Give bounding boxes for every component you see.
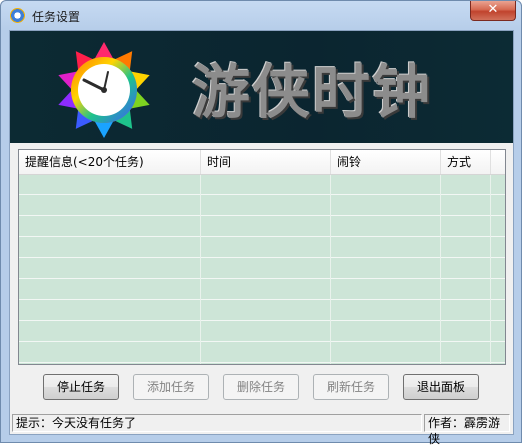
table-row-empty xyxy=(19,301,505,321)
column-divider xyxy=(200,175,201,364)
column-divider xyxy=(440,175,441,364)
column-divider xyxy=(490,175,491,364)
column-header-reminder[interactable]: 提醒信息(<20个任务) xyxy=(19,150,201,174)
title-bar[interactable]: 任务设置 ✕ xyxy=(1,1,521,30)
table-row-empty xyxy=(19,196,505,216)
banner: 游侠时钟 xyxy=(10,31,513,143)
column-header-mode[interactable]: 方式 xyxy=(441,150,491,174)
refresh-task-button[interactable]: 刷新任务 xyxy=(313,374,389,400)
table-header: 提醒信息(<20个任务) 时间 闹铃 方式 xyxy=(19,150,505,175)
stop-task-button[interactable]: 停止任务 xyxy=(43,374,119,400)
client-area: 游侠时钟 提醒信息(<20个任务) 时间 闹铃 方式 停止任务 添加任务 删除任… xyxy=(9,30,514,446)
exit-panel-button[interactable]: 退出面板 xyxy=(403,374,479,400)
task-list-table[interactable]: 提醒信息(<20个任务) 时间 闹铃 方式 xyxy=(18,149,506,365)
clock-app-icon xyxy=(10,8,25,23)
status-bar: 提示：今天没有任务了 作者：霹雳游侠 xyxy=(10,412,513,446)
task-settings-window: 任务设置 ✕ 游侠时钟 提醒信息(<20个任务) 时间 闹铃 方式 停止任务 添… xyxy=(0,0,522,446)
table-body[interactable] xyxy=(19,175,505,364)
close-button[interactable]: ✕ xyxy=(470,1,516,21)
table-row-empty xyxy=(19,343,505,363)
add-task-button[interactable]: 添加任务 xyxy=(133,374,209,400)
status-hint: 提示：今天没有任务了 xyxy=(12,414,422,432)
table-row-empty xyxy=(19,322,505,342)
table-row-empty xyxy=(19,175,505,195)
column-header-time[interactable]: 时间 xyxy=(201,150,331,174)
table-row-empty xyxy=(19,280,505,300)
colorful-clock-logo-icon xyxy=(58,42,150,138)
column-header-alarm[interactable]: 闹铃 xyxy=(331,150,441,174)
table-row-empty xyxy=(19,259,505,279)
column-divider xyxy=(330,175,331,364)
status-author: 作者：霹雳游侠 xyxy=(424,414,510,446)
banner-title: 游侠时钟 xyxy=(192,58,433,126)
table-row-empty xyxy=(19,238,505,258)
table-row-empty xyxy=(19,217,505,237)
window-title: 任务设置 xyxy=(32,10,81,24)
delete-task-button[interactable]: 删除任务 xyxy=(223,374,299,400)
